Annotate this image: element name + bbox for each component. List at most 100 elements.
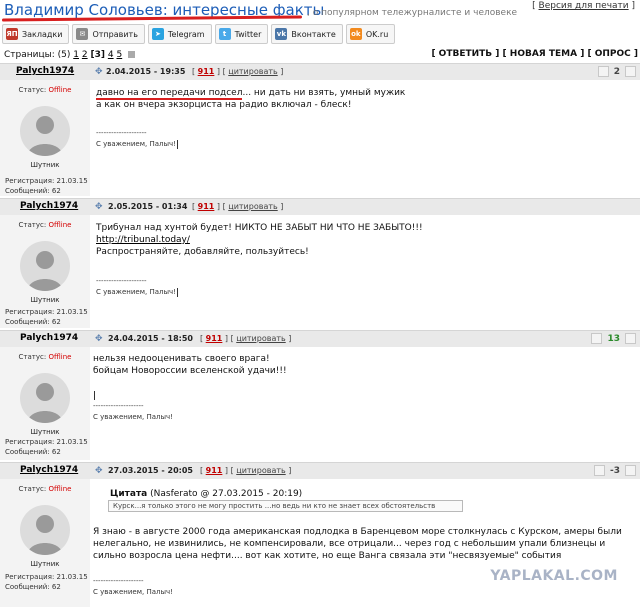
avatar[interactable] [20,106,70,156]
user-registration: Регистрация: 21.03.15 Сообщений: 62 [5,307,88,327]
status-label: Статус: [18,221,47,229]
post: Palych1974 ✥ 27.03.2015 - 20:05 [ 911 ] … [0,462,640,607]
share-button-vk[interactable]: vk Вконтакте [271,24,343,44]
quote-button[interactable]: цитировать [236,466,285,475]
post-links: [ 911 ] [ цитировать ] [192,67,284,76]
user-pane: Статус: Offline Шутник Регистрация: 21.0… [0,347,90,460]
new-topic-button[interactable]: [ НОВАЯ ТЕМА ] [503,49,585,59]
post-number-link[interactable]: 911 [198,67,215,76]
avatar[interactable] [20,373,70,423]
page-link-5[interactable]: 5 [116,50,122,60]
post-number-link[interactable]: 911 [206,466,223,475]
rate-down-button[interactable] [591,333,603,344]
post-anchor-icon[interactable]: ✥ [95,334,103,344]
share-bar: ЯП Закладки ✉ Отправить ➤ Telegram t Twitter vk В… [2,24,396,46]
page-link-2[interactable]: 2 [82,50,88,60]
post: Palych1974 ✥ 24.04.2015 - 18:50 [ 911 ] … [0,330,640,460]
status-label: Статус: [18,485,47,493]
page-link-1[interactable]: 1 [73,50,79,60]
default-avatar-icon [27,383,63,423]
status-label: Статус: [18,86,47,94]
post-author[interactable]: Palych1974 [20,201,78,211]
post-date: 24.04.2015 - 18:50 [108,334,193,343]
status-offline: Offline [48,485,72,493]
message-count: Сообщений: 62 [5,318,61,326]
registration-date: Регистрация: 21.03.15 [5,438,88,446]
rate-down-button[interactable] [597,66,609,77]
print-version-link[interactable]: Версия для печати [539,1,629,11]
topic-header: Владимир Соловьев: интересные факты , о … [0,0,640,26]
share-button-mail[interactable]: ✉ Отправить [72,24,145,44]
twitter-icon: t [218,28,231,40]
post-anchor-icon[interactable]: ✥ [95,67,103,77]
page-jump-icon[interactable] [128,51,136,58]
post-author[interactable]: Palych1974 [16,66,74,76]
share-button-label: Отправить [92,29,138,39]
ok-icon: ok [349,28,362,40]
share-button-label: Telegram [167,29,205,39]
quote-button[interactable]: цитировать [236,334,285,343]
avatar[interactable] [20,241,70,291]
post-body: давно на его передачи подсел... ни дать … [96,80,636,150]
share-button-ok[interactable]: ok OK.ru [345,24,396,44]
text-cursor [176,139,178,149]
status-offline: Offline [48,221,72,229]
quote-header: Цитата (Nasferato @ 27.03.2015 - 20:19) [110,489,633,499]
share-button-label: OK.ru [365,29,389,39]
user-status: Статус: Offline [0,86,90,94]
print-version: [ Версия для печати ] [532,1,635,11]
post-number-link[interactable]: 911 [206,334,223,343]
status-label: Статус: [18,353,47,361]
rate-down-button[interactable] [594,465,605,476]
poll-button[interactable]: [ ОПРОС ] [587,49,638,59]
rating-value: 2 [613,66,620,77]
post-number-link[interactable]: 911 [198,202,215,211]
share-button-label: Twitter [234,29,262,39]
quote-button[interactable]: цитировать [228,67,277,76]
share-button-twitter[interactable]: t Twitter [214,24,269,44]
signature-separator: -------------------- [96,129,147,137]
default-avatar-icon [27,515,63,555]
post-link[interactable]: http://tribunal.today/ [96,235,190,245]
signature-text: С уважением, Палыч! [96,140,176,148]
message-count: Сообщений: 62 [5,187,61,195]
quote-box: Курск...я только этого не могу простить … [108,500,463,512]
rating-value: -3 [610,465,620,476]
default-avatar-icon [27,251,63,291]
post-anchor-icon[interactable]: ✥ [95,466,103,476]
rate-up-button[interactable] [625,465,636,476]
topic-subtitle: , о популярном тележурналисте и человеке [307,8,518,18]
page-link-4[interactable]: 4 [108,50,114,60]
user-registration: Регистрация: 21.03.15 Сообщений: 62 [5,437,88,457]
post-author[interactable]: Palych1974 [20,465,78,475]
quote-button[interactable]: цитировать [228,202,277,211]
share-button-bookmark[interactable]: ЯП Закладки [2,24,70,44]
post-header: Palych1974 ✥ 2.05.2015 - 01:34 [ 911 ] [… [0,198,640,215]
post-text-line: бойцам Новороссии вселенской удачи!!! [93,366,287,376]
signature-text: С уважением, Палыч! [93,588,173,596]
mail-icon: ✉ [76,28,89,40]
rate-up-button[interactable] [625,66,636,77]
post-body: Трибунал над хунтой будет! НИКТО НЕ ЗАБЫ… [96,215,636,298]
post-text: Я знаю - в августе 2000 года американска… [93,527,622,561]
watermark: YAPLAKAL.COM [490,568,618,584]
reply-button[interactable]: [ ОТВЕТИТЬ ] [431,49,499,59]
user-rank: Шутник [30,428,60,436]
rate-up-button[interactable] [625,333,636,344]
share-button-telegram[interactable]: ➤ Telegram [147,24,212,44]
avatar[interactable] [20,505,70,555]
post-text-line: а как он вчера экзорциста на радио включ… [96,100,352,110]
signature-separator: -------------------- [93,402,144,410]
topic-actions: [ ОТВЕТИТЬ ] [ НОВАЯ ТЕМА ] [ ОПРОС ] [431,49,638,59]
user-registration: Регистрация: 21.03.15 Сообщений: 62 [5,176,88,196]
status-offline: Offline [48,86,72,94]
post-header: Palych1974 ✥ 2.04.2015 - 19:35 [ 911 ] [… [0,63,640,80]
text-cursor [94,390,95,400]
post-text-line: ... ни дать ни взять, умный мужик [242,88,406,98]
status-offline: Offline [48,353,72,361]
post-author[interactable]: Palych1974 [20,333,78,343]
post-anchor-icon[interactable]: ✥ [95,202,103,212]
pagination-total: (5) [57,50,71,60]
post-body: нельзя недооценивать своего врага! бойца… [93,347,633,423]
page-current: [3] [90,50,105,60]
